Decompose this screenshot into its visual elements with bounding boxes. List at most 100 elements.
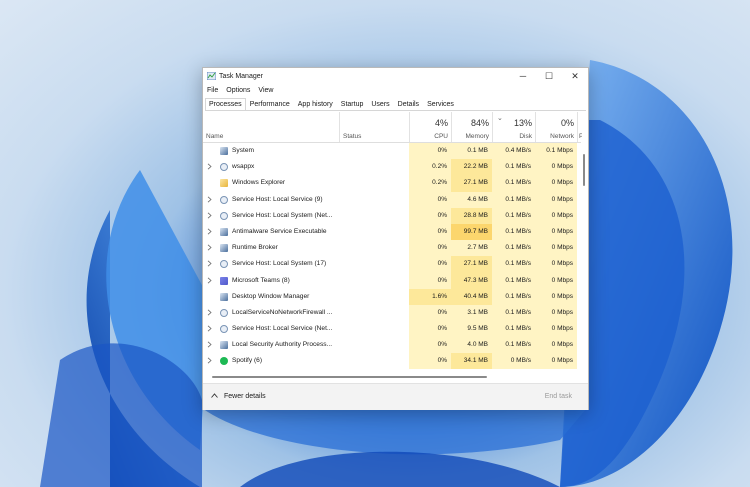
table-row[interactable]: Microsoft Teams (8) 0% 47.3 MB 0.1 MB/s 0 Mb… xyxy=(203,272,581,289)
memory-cell: 9.5 MB xyxy=(451,321,492,338)
vertical-scroll-thumb[interactable] xyxy=(583,154,585,186)
network-cell: 0 Mbps xyxy=(535,272,577,289)
cpu-cell: 0% xyxy=(409,337,451,354)
column-disk[interactable]: ⌄ 13% Disk xyxy=(492,112,536,142)
memory-cell: 2.7 MB xyxy=(451,240,492,257)
expand-chevron-icon[interactable] xyxy=(207,163,213,172)
expand-chevron-icon[interactable] xyxy=(207,212,213,221)
column-cpu[interactable]: 4% CPU xyxy=(409,112,452,142)
tab-users[interactable]: Users xyxy=(367,98,393,110)
column-name[interactable]: Name xyxy=(203,112,339,142)
network-cell: 0 Mbps xyxy=(535,207,577,224)
column-power[interactable]: Po xyxy=(577,112,582,142)
process-name: Microsoft Teams (8) xyxy=(232,276,290,284)
tab-performance[interactable]: Performance xyxy=(246,98,294,110)
memory-cell: 3.1 MB xyxy=(451,304,492,322)
menu-view[interactable]: View xyxy=(254,86,277,97)
expand-chevron-icon[interactable] xyxy=(207,325,213,334)
expand-chevron-icon[interactable] xyxy=(207,309,213,318)
table-row[interactable]: Spotify (6) 0% 34.1 MB 0 MB/s 0 Mbps xyxy=(203,353,581,369)
disk-cell: 0.1 MB/s xyxy=(492,191,535,208)
gear-icon xyxy=(220,163,228,172)
footer-bar: Fewer details End task xyxy=(203,383,588,410)
memory-cell: 0.1 MB xyxy=(451,143,492,160)
cpu-cell: 0% xyxy=(409,256,451,273)
disk-cell: 0.4 MB/s xyxy=(492,143,535,160)
table-row[interactable]: Runtime Broker 0% 2.7 MB 0.1 MB/s 0 Mbps xyxy=(203,240,581,257)
process-name: Service Host: Local System (17) xyxy=(232,260,327,268)
process-list: System 0% 0.1 MB 0.4 MB/s 0.1 Mbps wsappx 0.2%… xyxy=(203,143,581,369)
process-name: Runtime Broker xyxy=(232,244,278,252)
process-name: Service Host: Local System (Net... xyxy=(232,211,333,219)
memory-cell: 22.2 MB xyxy=(451,159,492,176)
network-cell: 0 Mbps xyxy=(535,256,577,273)
minimize-button[interactable]: ─ xyxy=(510,68,536,85)
menu-options[interactable]: Options xyxy=(222,86,254,97)
close-button[interactable]: ✕ xyxy=(562,68,588,85)
network-cell: 0 Mbps xyxy=(535,353,577,369)
end-task-button[interactable]: End task xyxy=(545,393,572,400)
cpu-cell: 0% xyxy=(409,207,451,224)
gear-icon xyxy=(220,195,228,204)
process-name: Local Security Authority Process... xyxy=(232,341,333,349)
table-row[interactable]: Service Host: Local System (17) 0% 27.1 MB… xyxy=(203,256,581,273)
memory-cell: 27.1 MB xyxy=(451,256,492,273)
table-row[interactable]: System 0% 0.1 MB 0.4 MB/s 0.1 Mbps xyxy=(203,143,581,160)
system-icon xyxy=(220,227,228,236)
maximize-button[interactable]: ☐ xyxy=(536,68,562,85)
network-cell: 0 Mbps xyxy=(535,159,577,176)
network-cell: 0 Mbps xyxy=(535,223,577,241)
tab-details[interactable]: Details xyxy=(394,98,423,110)
memory-cell: 27.1 MB xyxy=(451,175,492,192)
network-cell: 0 Mbps xyxy=(535,288,577,305)
table-row[interactable]: Service Host: Local System (Net... 0% 28.8… xyxy=(203,207,581,224)
horizontal-scrollbar[interactable] xyxy=(205,372,581,380)
menu-file[interactable]: File xyxy=(203,86,222,97)
expand-chevron-icon[interactable] xyxy=(207,260,213,269)
table-row[interactable]: wsappx 0.2% 22.2 MB 0.1 MB/s 0 Mbps xyxy=(203,159,581,176)
title-bar[interactable]: Task Manager ─ ☐ ✕ xyxy=(203,68,588,85)
table-row[interactable]: Windows Explorer 0.2% 27.1 MB 0.1 MB/s 0 Mbp… xyxy=(203,175,581,192)
table-row[interactable]: Service Host: Local Service (9) 0% 4.6 MB 0… xyxy=(203,191,581,208)
memory-cell: 4.0 MB xyxy=(451,337,492,354)
tab-startup[interactable]: Startup xyxy=(337,98,368,110)
disk-cell: 0.1 MB/s xyxy=(492,223,535,241)
expand-chevron-icon[interactable] xyxy=(207,357,213,366)
process-name: Service Host: Local Service (9) xyxy=(232,195,323,203)
expand-chevron-icon[interactable] xyxy=(207,341,213,350)
table-row[interactable]: Service Host: Local Service (Net... 0% 9.5… xyxy=(203,321,581,338)
teams-icon xyxy=(220,276,228,285)
disk-cell: 0.1 MB/s xyxy=(492,288,535,305)
process-name: System xyxy=(232,147,254,154)
table-row[interactable]: Antimalware Service Executable 0% 99.7 MB 0… xyxy=(203,223,581,241)
expand-chevron-icon[interactable] xyxy=(207,277,213,286)
cpu-cell: 1.6% xyxy=(409,288,451,305)
network-cell: 0 Mbps xyxy=(535,304,577,322)
system-icon xyxy=(220,292,228,301)
column-memory-label: Memory xyxy=(465,133,489,140)
expand-chevron-icon[interactable] xyxy=(207,196,213,205)
tab-services[interactable]: Services xyxy=(423,98,458,110)
disk-cell: 0.1 MB/s xyxy=(492,321,535,338)
horizontal-scroll-thumb[interactable] xyxy=(212,376,487,378)
expand-chevron-icon[interactable] xyxy=(207,244,213,253)
cpu-cell: 0.2% xyxy=(409,175,451,192)
memory-cell: 47.3 MB xyxy=(451,272,492,289)
process-name: Antimalware Service Executable xyxy=(232,227,327,235)
spotify-icon xyxy=(220,357,228,366)
table-row[interactable]: Local Security Authority Process... 0% 4.0… xyxy=(203,337,581,354)
column-memory[interactable]: 84% Memory xyxy=(451,112,493,142)
table-row[interactable]: Desktop Window Manager 1.6% 40.4 MB 0.1 MB/… xyxy=(203,288,581,305)
cpu-cell: 0% xyxy=(409,240,451,257)
table-row[interactable]: LocalServiceNoNetworkFirewall ... 0% 3.1 M… xyxy=(203,304,581,322)
tab-bar: Processes Performance App history Startu… xyxy=(205,98,586,111)
fewer-details-button[interactable]: Fewer details xyxy=(211,393,266,400)
expand-chevron-icon[interactable] xyxy=(207,228,213,237)
tab-app-history[interactable]: App history xyxy=(294,98,337,110)
tab-processes[interactable]: Processes xyxy=(205,98,246,110)
vertical-scrollbar[interactable] xyxy=(581,142,588,370)
cpu-cell: 0% xyxy=(409,143,451,160)
column-status[interactable]: Status xyxy=(339,112,410,142)
column-network[interactable]: 0% Network xyxy=(535,112,578,142)
column-power-label: Po xyxy=(579,133,582,140)
